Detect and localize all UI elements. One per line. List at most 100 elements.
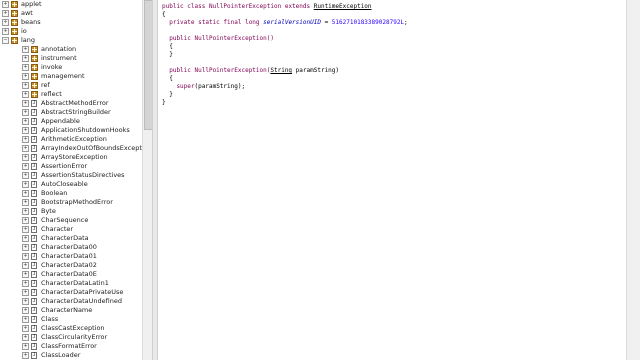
expand-icon[interactable]: +: [22, 172, 29, 179]
code-token: }: [162, 91, 173, 98]
code-token: {: [162, 75, 173, 82]
tree-item[interactable]: + reflect: [0, 90, 142, 99]
expand-icon[interactable]: +: [22, 253, 29, 260]
tree-item[interactable]: + J BootstrapMethodError: [0, 198, 142, 207]
tree-item[interactable]: + J AbstractMethodError: [0, 99, 142, 108]
tree-item[interactable]: + J ArithmeticException: [0, 135, 142, 144]
expand-icon[interactable]: +: [22, 334, 29, 341]
tree-item[interactable]: + J Byte: [0, 207, 142, 216]
expand-icon[interactable]: +: [22, 217, 29, 224]
class-file-icon: J: [31, 271, 37, 278]
expand-icon[interactable]: +: [22, 109, 29, 116]
class-file-icon: J: [31, 253, 37, 260]
tree-item-label: CharacterData01: [41, 252, 97, 260]
code-line: {: [162, 43, 173, 51]
expand-icon[interactable]: +: [22, 289, 29, 296]
editor-scrollbar[interactable]: [626, 0, 640, 360]
expand-icon[interactable]: +: [2, 10, 9, 17]
tree-item[interactable]: + J ClassCastException: [0, 324, 142, 333]
tree-item[interactable]: − lang: [0, 36, 142, 45]
expand-icon[interactable]: +: [22, 145, 29, 152]
expand-icon[interactable]: +: [22, 307, 29, 314]
tree-item[interactable]: + J CharacterName: [0, 306, 142, 315]
expand-icon[interactable]: +: [2, 19, 9, 26]
tree-item[interactable]: + J CharacterData: [0, 234, 142, 243]
code-editor[interactable]: public class NullPointerException extend…: [158, 0, 626, 360]
tree-item[interactable]: + instrument: [0, 54, 142, 63]
expand-icon[interactable]: +: [22, 325, 29, 332]
tree-item[interactable]: + J ClassLoader: [0, 351, 142, 360]
tree-item[interactable]: + management: [0, 72, 142, 81]
tree-item[interactable]: + J ClassCircularityError: [0, 333, 142, 342]
class-file-icon: J: [31, 280, 37, 287]
collapse-icon[interactable]: −: [2, 37, 9, 44]
tree-item[interactable]: + J CharacterData02: [0, 261, 142, 270]
expand-icon[interactable]: +: [22, 280, 29, 287]
expand-icon[interactable]: +: [22, 55, 29, 62]
tree-item[interactable]: + J CharacterData0E: [0, 270, 142, 279]
expand-icon[interactable]: +: [22, 73, 29, 80]
expand-icon[interactable]: +: [22, 262, 29, 269]
tree-item[interactable]: + J AssertionStatusDirectives: [0, 171, 142, 180]
tree-item[interactable]: + J Class: [0, 315, 142, 324]
expand-icon[interactable]: +: [22, 46, 29, 53]
code-line: super(paramString);: [162, 83, 245, 91]
tree-item[interactable]: + J CharacterDataPrivateUse: [0, 288, 142, 297]
tree-item[interactable]: + J AssertionError: [0, 162, 142, 171]
tree-item[interactable]: + annotation: [0, 45, 142, 54]
expand-icon[interactable]: +: [22, 235, 29, 242]
tree-item[interactable]: + J CharacterData00: [0, 243, 142, 252]
tree-item[interactable]: + J AbstractStringBuilder: [0, 108, 142, 117]
expand-icon[interactable]: +: [22, 271, 29, 278]
expand-icon[interactable]: +: [22, 82, 29, 89]
expand-icon[interactable]: +: [22, 343, 29, 350]
expand-icon[interactable]: +: [22, 298, 29, 305]
expand-icon[interactable]: +: [22, 352, 29, 359]
expand-icon[interactable]: +: [22, 91, 29, 98]
expand-icon[interactable]: +: [22, 181, 29, 188]
expand-icon[interactable]: +: [22, 118, 29, 125]
expand-icon[interactable]: +: [2, 28, 9, 35]
tree-item[interactable]: + J CharacterDataUndefined: [0, 297, 142, 306]
tree-item-label: BootstrapMethodError: [41, 198, 113, 206]
tree-item[interactable]: + J ClassFormatError: [0, 342, 142, 351]
expand-icon[interactable]: +: [22, 316, 29, 323]
tree-item[interactable]: + J ArrayIndexOutOfBoundsException: [0, 144, 142, 153]
tree-item[interactable]: + J AutoCloseable: [0, 180, 142, 189]
tree-item[interactable]: + J Boolean: [0, 189, 142, 198]
tree-item[interactable]: + J ArrayStoreException: [0, 153, 142, 162]
expand-icon[interactable]: +: [22, 226, 29, 233]
expand-icon[interactable]: +: [22, 244, 29, 251]
package-tree[interactable]: + applet + awt + beans + io − lang + annotation + ins…: [0, 0, 142, 360]
tree-item[interactable]: + J Appendable: [0, 117, 142, 126]
expand-icon[interactable]: +: [22, 190, 29, 197]
tree-item-label: CharacterData0E: [41, 270, 97, 278]
tree-item[interactable]: + awt: [0, 9, 142, 18]
expand-icon[interactable]: +: [22, 136, 29, 143]
expand-icon[interactable]: +: [22, 163, 29, 170]
tree-item-label: CharacterName: [41, 306, 93, 314]
expand-icon[interactable]: +: [22, 127, 29, 134]
tree-scrollbar[interactable]: [142, 0, 153, 360]
tree-item[interactable]: + beans: [0, 18, 142, 27]
class-file-icon: J: [31, 145, 37, 152]
expand-icon[interactable]: +: [22, 208, 29, 215]
tree-item[interactable]: + ref: [0, 81, 142, 90]
tree-item-label: Appendable: [41, 117, 80, 125]
expand-icon[interactable]: +: [22, 64, 29, 71]
expand-icon[interactable]: +: [22, 154, 29, 161]
tree-item[interactable]: + applet: [0, 0, 142, 9]
expand-icon[interactable]: +: [2, 1, 9, 8]
expand-icon[interactable]: +: [22, 100, 29, 107]
expand-icon[interactable]: +: [22, 199, 29, 206]
tree-item[interactable]: + io: [0, 27, 142, 36]
class-file-icon: J: [31, 109, 37, 116]
tree-item[interactable]: + J CharacterDataLatin1: [0, 279, 142, 288]
tree-item[interactable]: + J CharSequence: [0, 216, 142, 225]
tree-item[interactable]: + invoke: [0, 63, 142, 72]
tree-item[interactable]: + J Character: [0, 225, 142, 234]
class-file-icon: J: [31, 100, 37, 107]
tree-item[interactable]: + J ApplicationShutdownHooks: [0, 126, 142, 135]
class-file-icon: J: [31, 208, 37, 215]
tree-item[interactable]: + J CharacterData01: [0, 252, 142, 261]
